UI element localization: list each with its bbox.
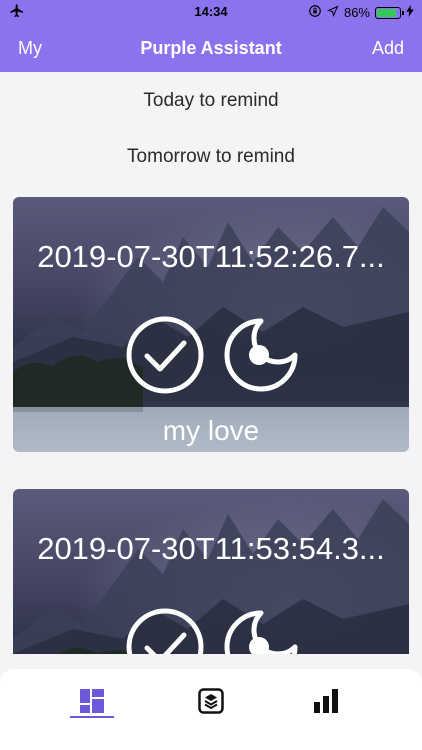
- today-section-title: Today to remind: [143, 90, 279, 111]
- active-tab-indicator: [70, 716, 114, 718]
- location-icon: [326, 5, 339, 20]
- tomorrow-section-title: Tomorrow to remind: [127, 146, 295, 167]
- battery-percent: 86%: [343, 5, 370, 20]
- reminder-card[interactable]: 2019-07-30T11:52:26.7... my love: [13, 197, 409, 452]
- status-bar: 14:34 86%: [0, 0, 422, 24]
- complete-check-icon[interactable]: [125, 315, 205, 395]
- complete-check-icon[interactable]: [125, 607, 205, 654]
- page-title: Purple Assistant: [140, 38, 282, 58]
- reminder-label: my love: [162, 415, 260, 446]
- battery-icon: [375, 6, 404, 19]
- reminder-card[interactable]: 2019-07-30T11:53:54.3...: [13, 489, 409, 654]
- layers-icon: [198, 687, 224, 719]
- reminder-list[interactable]: Today to remind Tomorrow to remind 2019-…: [0, 72, 422, 654]
- tab-statistics[interactable]: [304, 681, 348, 725]
- charging-icon: [406, 5, 414, 20]
- tab-dashboard[interactable]: [70, 681, 114, 725]
- bar-chart-icon: [312, 688, 340, 719]
- add-button[interactable]: Add: [372, 38, 404, 59]
- snooze-moon-icon[interactable]: [221, 315, 301, 395]
- lock-rotation-icon: [308, 4, 322, 21]
- tab-bar: [0, 669, 422, 750]
- top-bar: 14:34 86% My Purple Assistant Add: [0, 0, 422, 72]
- reminder-date: 2019-07-30T11:52:26.7...: [37, 239, 385, 274]
- navigation-bar: My Purple Assistant Add: [0, 24, 422, 72]
- dashboard-icon: [79, 688, 105, 719]
- tab-layers[interactable]: [189, 681, 233, 725]
- snooze-moon-icon[interactable]: [221, 607, 301, 654]
- reminder-date: 2019-07-30T11:53:54.3...: [37, 531, 385, 566]
